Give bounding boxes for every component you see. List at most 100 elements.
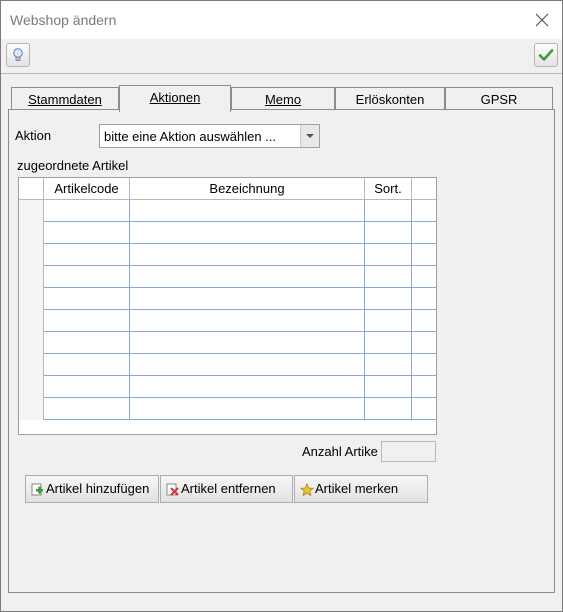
- table-cell[interactable]: [44, 222, 130, 244]
- table-cell[interactable]: [412, 376, 436, 398]
- table-cell[interactable]: [44, 266, 130, 288]
- table-row[interactable]: [19, 222, 436, 244]
- table-row[interactable]: [19, 398, 436, 420]
- plus-icon: [31, 483, 43, 496]
- table-cell[interactable]: [412, 200, 436, 222]
- aktion-select[interactable]: bitte eine Aktion auswählen ...: [99, 124, 320, 148]
- table-cell[interactable]: [412, 244, 436, 266]
- star-icon: [300, 483, 314, 497]
- tab-label: Memo: [264, 92, 302, 107]
- row-indicator-header: [19, 178, 44, 200]
- table-cell[interactable]: [44, 288, 130, 310]
- table-cell[interactable]: [412, 398, 436, 420]
- table-row[interactable]: [19, 288, 436, 310]
- table-cell[interactable]: [130, 354, 365, 376]
- tab-bar: Stammdaten Aktionen Memo Erlöskonten GPS…: [1, 85, 562, 112]
- ok-button[interactable]: [534, 43, 558, 67]
- table-cell[interactable]: [44, 332, 130, 354]
- tab-aktionen[interactable]: Aktionen: [119, 85, 231, 112]
- hint-button[interactable]: [6, 43, 30, 67]
- table-cell[interactable]: [44, 310, 130, 332]
- row-indicator: [19, 376, 44, 398]
- remove-icon: [166, 483, 179, 496]
- aktion-select-value: bitte eine Aktion auswählen ...: [104, 129, 277, 144]
- articles-label: zugeordnete Artikel: [17, 158, 129, 173]
- table-cell[interactable]: [44, 200, 130, 222]
- table-cell[interactable]: [44, 398, 130, 420]
- table-cell[interactable]: [130, 288, 365, 310]
- chevron-down-icon[interactable]: [300, 125, 319, 147]
- table-cell[interactable]: [365, 354, 412, 376]
- row-indicator: [19, 332, 44, 354]
- webshop-dialog: Webshop ändern Stammdaten Aktionen Memo …: [0, 0, 563, 612]
- table-cell[interactable]: [130, 310, 365, 332]
- row-indicator: [19, 310, 44, 332]
- table-cell[interactable]: [365, 288, 412, 310]
- articles-table[interactable]: Artikelcode Bezeichnung Sort.: [18, 177, 437, 435]
- table-row[interactable]: [19, 200, 436, 222]
- tab-erloeskonten[interactable]: Erlöskonten: [335, 87, 445, 109]
- remember-article-label: Artikel merken: [315, 481, 399, 496]
- add-article-label: Artikel hinzufügen: [46, 481, 150, 496]
- table-cell[interactable]: [130, 398, 365, 420]
- column-header-bezeichnung[interactable]: Bezeichnung: [130, 178, 365, 200]
- table-cell[interactable]: [130, 332, 365, 354]
- row-indicator: [19, 266, 44, 288]
- count-field: [381, 441, 436, 462]
- table-cell[interactable]: [365, 222, 412, 244]
- tab-label: GPSR: [480, 92, 518, 107]
- title-bar: Webshop ändern: [1, 1, 562, 39]
- table-cell[interactable]: [365, 376, 412, 398]
- table-cell[interactable]: [130, 266, 365, 288]
- remove-article-label: Artikel entfernen: [181, 481, 276, 496]
- column-header-sort[interactable]: Sort.: [365, 178, 412, 200]
- table-cell[interactable]: [412, 332, 436, 354]
- column-header-extra: [412, 178, 436, 200]
- tab-label: Aktionen: [149, 90, 201, 105]
- table-cell[interactable]: [130, 244, 365, 266]
- table-cell[interactable]: [365, 310, 412, 332]
- table-cell[interactable]: [130, 376, 365, 398]
- table-row[interactable]: [19, 332, 436, 354]
- row-indicator: [19, 398, 44, 420]
- add-article-button[interactable]: Artikel hinzufügen: [25, 475, 159, 503]
- table-cell[interactable]: [412, 222, 436, 244]
- table-cell[interactable]: [365, 200, 412, 222]
- tab-memo[interactable]: Memo: [231, 87, 335, 109]
- table-cell[interactable]: [44, 354, 130, 376]
- tab-label: Erlöskonten: [355, 92, 425, 107]
- remember-article-button[interactable]: Artikel merken: [294, 475, 428, 503]
- table-cell[interactable]: [365, 244, 412, 266]
- table-row[interactable]: [19, 354, 436, 376]
- close-button[interactable]: [532, 10, 552, 30]
- table-cell[interactable]: [365, 332, 412, 354]
- table-cell[interactable]: [365, 398, 412, 420]
- table-cell[interactable]: [130, 222, 365, 244]
- remove-article-button[interactable]: Artikel entfernen: [160, 475, 293, 503]
- tab-gpsr[interactable]: GPSR: [445, 87, 553, 109]
- table-cell[interactable]: [44, 244, 130, 266]
- table-cell[interactable]: [412, 310, 436, 332]
- count-label: Anzahl Artike: [302, 444, 378, 459]
- row-indicator: [19, 222, 44, 244]
- table-row[interactable]: [19, 266, 436, 288]
- table-cell[interactable]: [412, 266, 436, 288]
- table-row[interactable]: [19, 310, 436, 332]
- toolbar: [1, 39, 562, 74]
- close-icon: [535, 13, 549, 27]
- table-cell[interactable]: [365, 266, 412, 288]
- table-cell[interactable]: [130, 200, 365, 222]
- table-cell[interactable]: [412, 354, 436, 376]
- row-indicator: [19, 288, 44, 310]
- table-cell[interactable]: [44, 376, 130, 398]
- column-header-artikelcode[interactable]: Artikelcode: [44, 178, 130, 200]
- checkmark-icon: [538, 49, 554, 61]
- table-row[interactable]: [19, 376, 436, 398]
- window-title: Webshop ändern: [10, 12, 117, 28]
- row-indicator: [19, 200, 44, 222]
- aktion-label: Aktion: [15, 128, 52, 143]
- table-cell[interactable]: [412, 288, 436, 310]
- lightbulb-icon: [13, 48, 23, 61]
- table-row[interactable]: [19, 244, 436, 266]
- tab-stammdaten[interactable]: Stammdaten: [11, 87, 119, 109]
